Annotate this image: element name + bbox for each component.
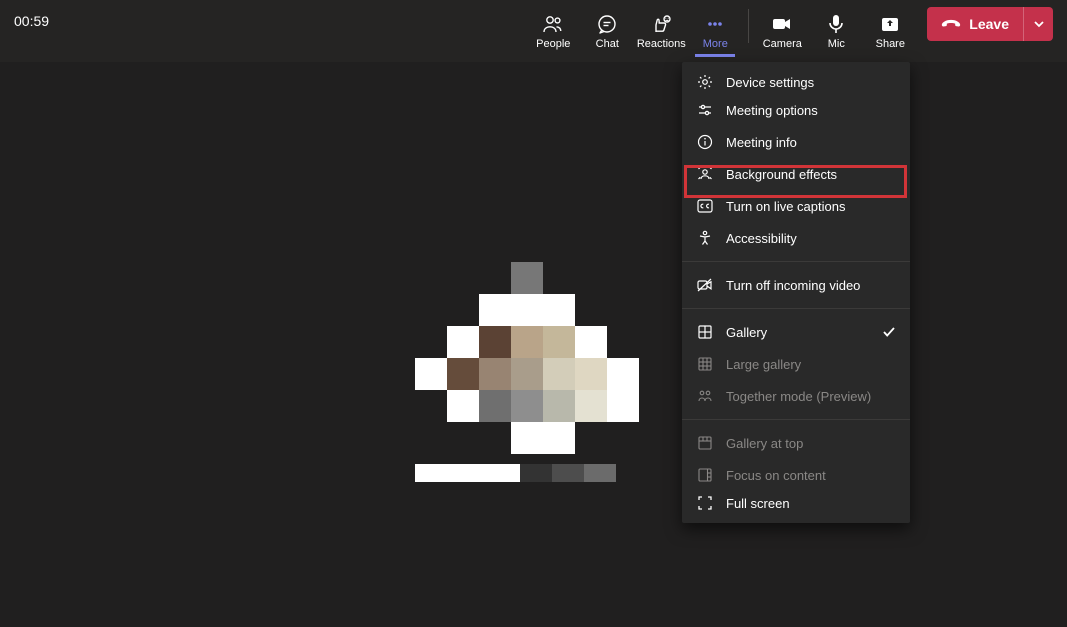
participant-video-pixelated [415,262,639,454]
menu-gallery-at-top: Gallery at top [682,427,910,459]
reactions-label: Reactions [637,38,686,50]
people-button[interactable]: People [526,3,580,59]
mic-button[interactable]: Mic [809,3,863,59]
meeting-topbar: 00:59 People Cha [0,0,1067,62]
leave-group: Leave [927,7,1053,41]
more-menu: Device settings Meeting options Meeting … [682,62,910,523]
menu-label: Meeting options [726,103,818,118]
video-off-icon [696,278,714,292]
menu-live-captions[interactable]: Turn on live captions [682,190,910,222]
menu-label: Gallery [726,325,767,340]
chat-label: Chat [596,38,619,50]
more-underline [695,54,735,57]
toolbar-divider [748,9,749,43]
menu-together-mode: Together mode (Preview) [682,380,910,412]
accessibility-icon [696,230,714,246]
menu-meeting-info[interactable]: Meeting info [682,126,910,158]
together-mode-icon [696,389,714,403]
reactions-button[interactable]: Reactions [634,3,688,59]
menu-label: Gallery at top [726,436,803,451]
large-gallery-icon [696,357,714,371]
menu-label: Device settings [726,75,814,90]
share-icon [880,13,900,35]
gallery-icon [696,325,714,339]
more-label: More [703,38,728,50]
people-icon [542,13,564,35]
camera-button[interactable]: Camera [755,3,809,59]
leave-button[interactable]: Leave [927,7,1023,41]
mic-icon [827,13,845,35]
menu-label: Focus on content [726,468,826,483]
share-label: Share [876,38,905,50]
ellipsis-icon [705,13,725,35]
leave-label: Leave [969,16,1009,32]
gear-icon [696,74,714,90]
menu-turn-off-incoming-video[interactable]: Turn off incoming video [682,269,910,301]
menu-focus-on-content: Focus on content [682,459,910,491]
menu-full-screen[interactable]: Full screen [682,491,910,523]
menu-device-settings[interactable]: Device settings [682,62,910,94]
menu-label: Large gallery [726,357,801,372]
menu-separator [682,261,910,262]
menu-label: Background effects [726,167,837,182]
menu-accessibility[interactable]: Accessibility [682,222,910,254]
cc-icon [696,199,714,213]
info-icon [696,134,714,150]
menu-large-gallery: Large gallery [682,348,910,380]
check-icon [882,325,896,339]
background-effects-icon [696,166,714,182]
menu-gallery[interactable]: Gallery [682,316,910,348]
menu-label: Meeting info [726,135,797,150]
meeting-timer: 00:59 [14,13,49,29]
menu-background-effects[interactable]: Background effects [682,158,910,190]
participant-name-pixelated [415,464,616,482]
menu-label: Turn off incoming video [726,278,860,293]
menu-meeting-options[interactable]: Meeting options [682,94,910,126]
leave-caret-button[interactable] [1023,7,1053,41]
menu-label: Accessibility [726,231,797,246]
focus-content-icon [696,468,714,482]
more-button[interactable]: More [688,3,742,59]
menu-label: Together mode (Preview) [726,389,871,404]
menu-separator [682,308,910,309]
reactions-icon [650,13,672,35]
mic-label: Mic [828,38,845,50]
chat-button[interactable]: Chat [580,3,634,59]
chat-icon [597,13,617,35]
camera-icon [771,13,793,35]
people-label: People [536,38,570,50]
chevron-down-icon [1033,18,1045,30]
fullscreen-icon [696,496,714,510]
menu-label: Turn on live captions [726,199,845,214]
hangup-icon [941,17,961,31]
gallery-top-icon [696,436,714,450]
share-button[interactable]: Share [863,3,917,59]
menu-separator [682,419,910,420]
meeting-toolbar: People Chat [526,0,1053,62]
menu-label: Full screen [726,496,790,511]
camera-label: Camera [763,38,802,50]
sliders-icon [696,102,714,118]
